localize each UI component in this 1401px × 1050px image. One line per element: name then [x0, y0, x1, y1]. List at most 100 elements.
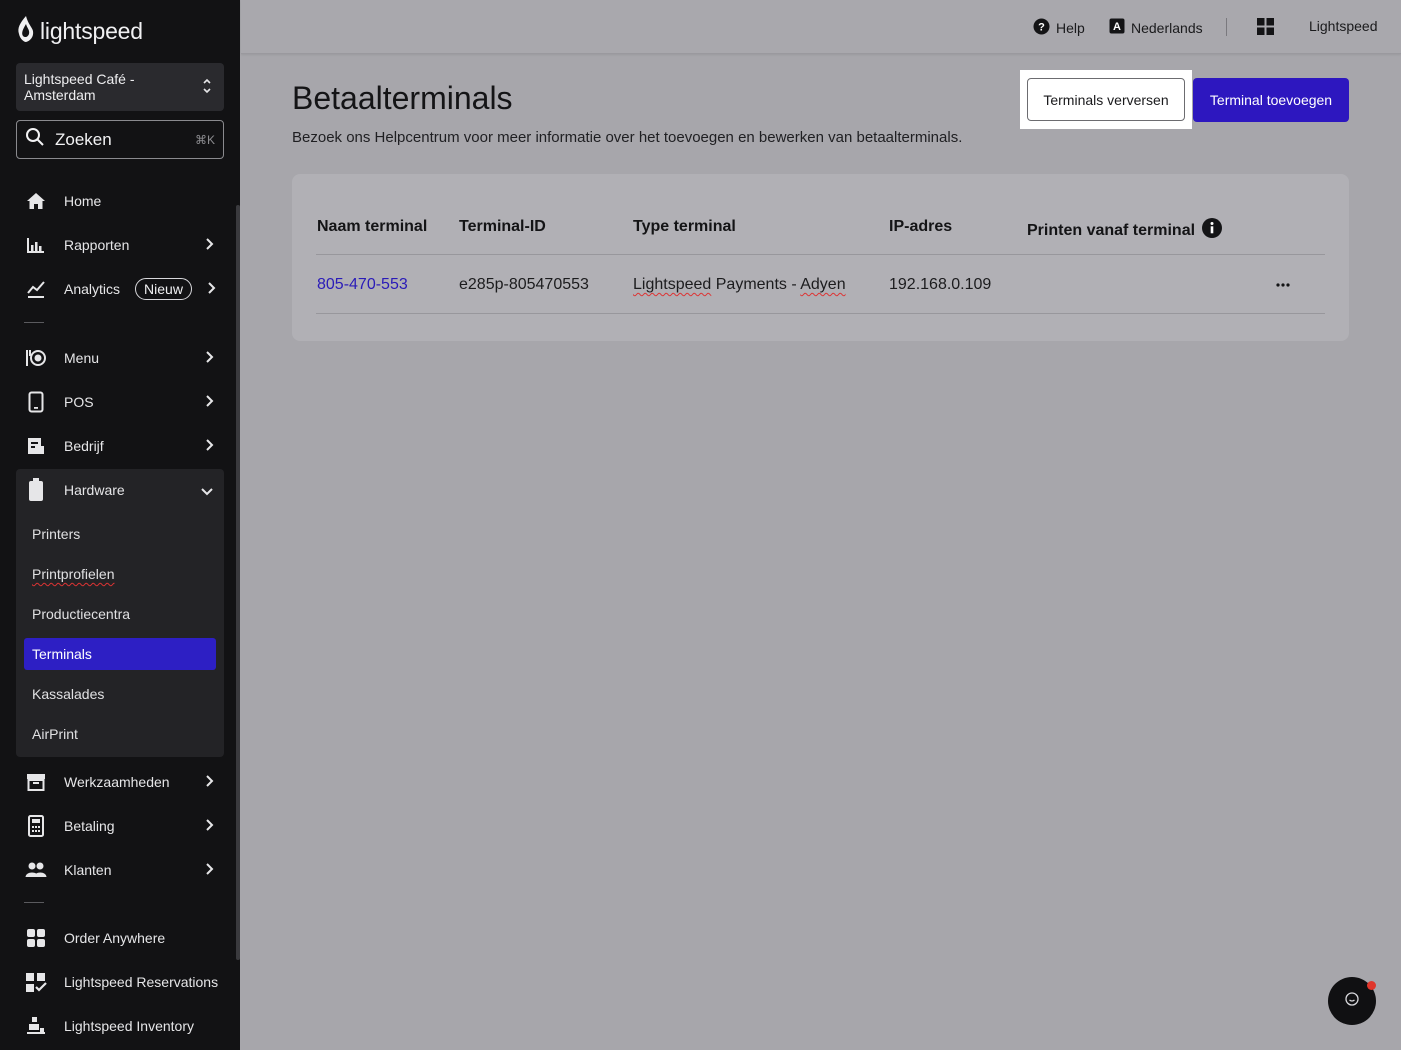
home-icon	[24, 189, 48, 213]
page-title: Betaalterminals	[292, 80, 513, 116]
sort-arrows-icon	[202, 77, 212, 98]
sidebar-item-home[interactable]: Home	[16, 181, 224, 221]
sub-item-label: Printprofielen	[32, 566, 115, 582]
account-menu[interactable]: Lightspeed	[1309, 18, 1378, 34]
sidebar-subitem-printprofielen[interactable]: Printprofielen	[24, 558, 216, 590]
flame-icon	[16, 15, 36, 48]
row-divider	[316, 313, 1325, 314]
trend-line-icon	[24, 277, 48, 301]
chevron-right-icon	[204, 774, 214, 791]
sidebar: lightspeed Lightspeed Café - Amsterdam Z…	[0, 0, 240, 1050]
sidebar-item-pos[interactable]: POS	[16, 382, 224, 422]
terminal-type-provider: Adyen	[800, 276, 846, 293]
column-header-print: Printen vanaf terminal	[1027, 218, 1223, 243]
chevron-right-icon	[204, 350, 214, 367]
chevron-right-icon	[204, 818, 214, 835]
bar-chart-icon	[24, 233, 48, 257]
sidebar-item-label: Lightspeed Reservations	[64, 974, 219, 990]
ip-address-cell: 192.168.0.109	[889, 276, 992, 293]
sidebar-divider	[24, 902, 44, 903]
help-link[interactable]: ? Help	[1033, 18, 1085, 38]
sidebar-item-klanten[interactable]: Klanten	[16, 850, 224, 890]
refresh-terminals-button[interactable]: Terminals verversen	[1027, 78, 1185, 121]
language-selector[interactable]: A Nederlands	[1109, 18, 1203, 37]
language-icon: A	[1109, 18, 1125, 37]
sidebar-item-label: Werkzaamheden	[64, 774, 170, 790]
sidebar-item-reservations[interactable]: Lightspeed Reservations	[16, 962, 224, 1002]
reservations-icon	[24, 970, 48, 994]
search-box[interactable]: Zoeken ⌘K	[16, 120, 224, 159]
chevron-right-icon	[206, 281, 216, 298]
grid-icon	[1257, 18, 1274, 38]
inventory-icon	[24, 1014, 48, 1038]
svg-text:?: ?	[1038, 22, 1045, 34]
chevron-right-icon	[204, 438, 214, 455]
notification-dot	[1367, 981, 1376, 990]
sidebar-subitem-terminals[interactable]: Terminals	[24, 638, 216, 670]
search-icon	[25, 127, 45, 152]
column-header-ip: IP-adres	[889, 218, 953, 235]
sidebar-item-werkzaamheden[interactable]: Werkzaamheden	[16, 762, 224, 802]
sidebar-item-inventory[interactable]: Lightspeed Inventory	[16, 1006, 224, 1046]
archive-icon	[24, 770, 48, 794]
terminal-id-cell: e285p-805470553	[459, 276, 589, 293]
chevron-down-icon	[200, 484, 214, 500]
sub-item-label: Kassalades	[32, 686, 105, 702]
top-bar: ? Help A Nederlands Lightspeed	[241, 0, 1401, 54]
sidebar-item-label: Order Anywhere	[64, 930, 166, 946]
sub-item-label: Productiecentra	[32, 606, 131, 622]
sidebar-item-analytics[interactable]: Analytics Nieuw	[16, 269, 224, 309]
sidebar-item-order-anywhere[interactable]: Order Anywhere	[16, 918, 224, 958]
store-selector[interactable]: Lightspeed Café - Amsterdam	[16, 63, 224, 111]
more-actions-icon[interactable]	[1275, 277, 1291, 298]
terminal-name-link[interactable]: 805-470-553	[317, 276, 408, 294]
add-terminal-button[interactable]: Terminal toevoegen	[1193, 78, 1349, 122]
chevron-right-icon	[204, 394, 214, 411]
sidebar-item-label: Menu	[64, 350, 100, 366]
page-subtitle: Bezoek ons Helpcentrum voor meer informa…	[292, 129, 963, 146]
topbar-divider	[1226, 18, 1227, 36]
sidebar-subitem-printers[interactable]: Printers	[24, 518, 216, 550]
sidebar-subitem-airprint[interactable]: AirPrint	[24, 718, 216, 750]
sidebar-item-label: Analytics	[64, 281, 121, 297]
column-header-type: Type terminal	[633, 218, 736, 235]
sidebar-item-hardware[interactable]: Hardware	[16, 470, 224, 510]
terminal-type-brand: Lightspeed	[633, 276, 712, 293]
sidebar-divider	[24, 322, 44, 323]
sidebar-item-label: Betaling	[64, 818, 115, 834]
column-header-id: Terminal-ID	[459, 218, 546, 235]
sidebar-item-betaling[interactable]: Betaling	[16, 806, 224, 846]
sidebar-item-label: Bedrijf	[64, 438, 104, 454]
sidebar-item-menu[interactable]: Menu	[16, 338, 224, 378]
sidebar-item-label: Home	[64, 193, 102, 209]
sidebar-scrollbar[interactable]	[236, 205, 240, 960]
svg-text:A: A	[1113, 21, 1121, 33]
chat-bubble-icon	[1344, 991, 1360, 1012]
device-icon	[24, 478, 48, 502]
users-icon	[24, 858, 48, 882]
sub-item-label: Terminals	[32, 646, 92, 662]
sidebar-item-bedrijf[interactable]: Bedrijf	[16, 426, 224, 466]
calculator-icon	[24, 814, 48, 838]
sub-item-label: AirPrint	[32, 726, 78, 742]
account-label: Lightspeed	[1309, 18, 1378, 34]
sidebar-item-rapporten[interactable]: Rapporten	[16, 225, 224, 265]
chevron-right-icon	[204, 862, 214, 879]
brand-logo[interactable]: lightspeed	[16, 15, 143, 48]
brand-name: lightspeed	[40, 17, 143, 44]
sidebar-item-label: Rapporten	[64, 237, 130, 253]
apps-grid-button[interactable]	[1257, 18, 1274, 38]
sidebar-item-label: Lightspeed Inventory	[64, 1018, 194, 1034]
sidebar-subitem-kassalades[interactable]: Kassalades	[24, 678, 216, 710]
search-label: Zoeken	[55, 129, 112, 149]
sidebar-item-label: Hardware	[64, 482, 125, 498]
info-icon[interactable]	[1202, 218, 1223, 243]
terminal-type-cell: Lightspeed Payments - Adyen	[633, 276, 846, 294]
chat-launcher-button[interactable]	[1328, 977, 1376, 1025]
terminal-type-middle: Payments -	[711, 276, 801, 293]
new-badge: Nieuw	[135, 278, 192, 300]
terminals-table: Naam terminal Terminal-ID Type terminal …	[292, 174, 1349, 341]
column-header-label: Printen vanaf terminal	[1027, 221, 1196, 239]
column-header-name: Naam terminal	[317, 218, 428, 235]
sidebar-subitem-productiecentra[interactable]: Productiecentra	[24, 598, 216, 630]
